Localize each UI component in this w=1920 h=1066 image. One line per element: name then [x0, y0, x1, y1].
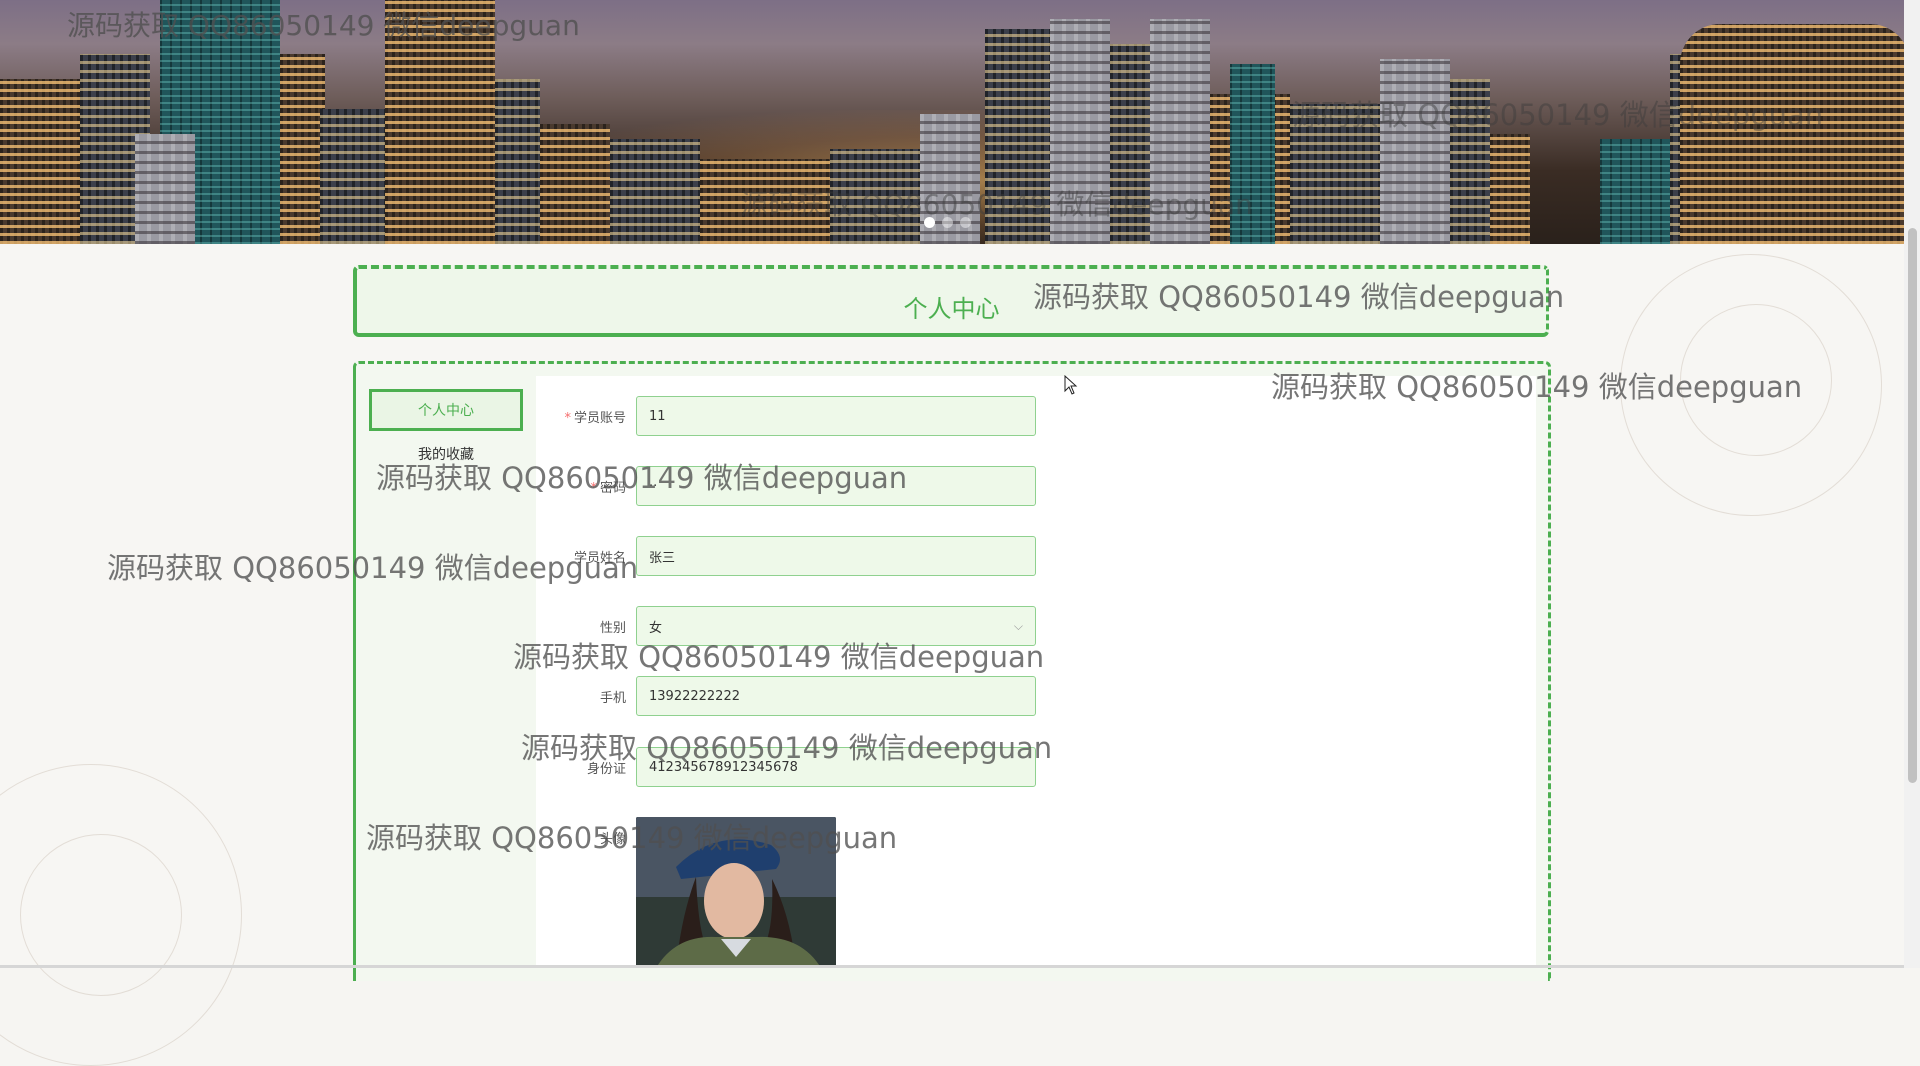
name-label: 学员姓名 — [573, 551, 626, 566]
building — [610, 139, 700, 244]
phone-label: 手机 — [599, 691, 626, 706]
building — [1680, 24, 1904, 244]
building — [700, 159, 830, 244]
carousel-dot-2[interactable] — [942, 217, 953, 228]
building — [1150, 19, 1210, 244]
building — [1050, 19, 1110, 244]
sidebar-item-profile[interactable]: 个人中心 — [369, 389, 523, 431]
chevron-down-icon: ⌵ — [1013, 618, 1023, 633]
page-title: 个人中心 — [903, 294, 1000, 323]
page-header: 个人中心 — [353, 265, 1549, 337]
carousel-dot-3[interactable] — [960, 217, 971, 228]
avatar-label: 头像 — [599, 832, 626, 847]
flower-decoration — [20, 834, 182, 996]
password-label: * 密码 — [590, 481, 626, 496]
gender-select[interactable]: 女 ⌵ — [636, 606, 1036, 646]
building — [320, 109, 390, 244]
building — [280, 54, 325, 244]
carousel-dot-1[interactable] — [924, 217, 935, 228]
page-scrollbar[interactable] — [1904, 0, 1920, 968]
avatar-photo — [636, 817, 836, 968]
name-input[interactable]: 张三 — [636, 536, 1036, 576]
hero-banner-carousel — [0, 0, 1904, 244]
required-mark: * — [590, 481, 597, 496]
building — [495, 79, 540, 244]
mouse-cursor-icon — [1064, 375, 1078, 395]
avatar-image[interactable] — [636, 817, 836, 968]
id-card-label: 身份证 — [586, 762, 626, 777]
carousel-indicators — [924, 217, 971, 228]
building — [135, 134, 195, 244]
building — [1230, 64, 1275, 244]
id-card-input[interactable]: 412345678912345678 — [636, 747, 1036, 787]
password-input[interactable]: ·· — [636, 466, 1036, 506]
building — [1490, 134, 1530, 244]
scrollbar-thumb[interactable] — [1908, 228, 1917, 783]
sidebar-item-favorites[interactable]: 我的收藏 — [369, 444, 523, 464]
phone-input[interactable]: 13922222222 — [636, 676, 1036, 716]
gender-label: 性别 — [599, 621, 626, 636]
required-mark: * — [564, 411, 571, 426]
lotus-decoration — [1680, 304, 1832, 456]
building — [830, 149, 920, 244]
building — [985, 29, 1050, 244]
building — [540, 124, 610, 244]
account-label: * 学员账号 — [564, 411, 626, 426]
building — [1110, 44, 1150, 244]
account-input[interactable]: 11 — [636, 396, 1036, 436]
building — [1600, 139, 1670, 244]
building — [1290, 104, 1380, 244]
building — [1380, 59, 1450, 244]
building — [385, 0, 495, 244]
building — [1450, 79, 1490, 244]
